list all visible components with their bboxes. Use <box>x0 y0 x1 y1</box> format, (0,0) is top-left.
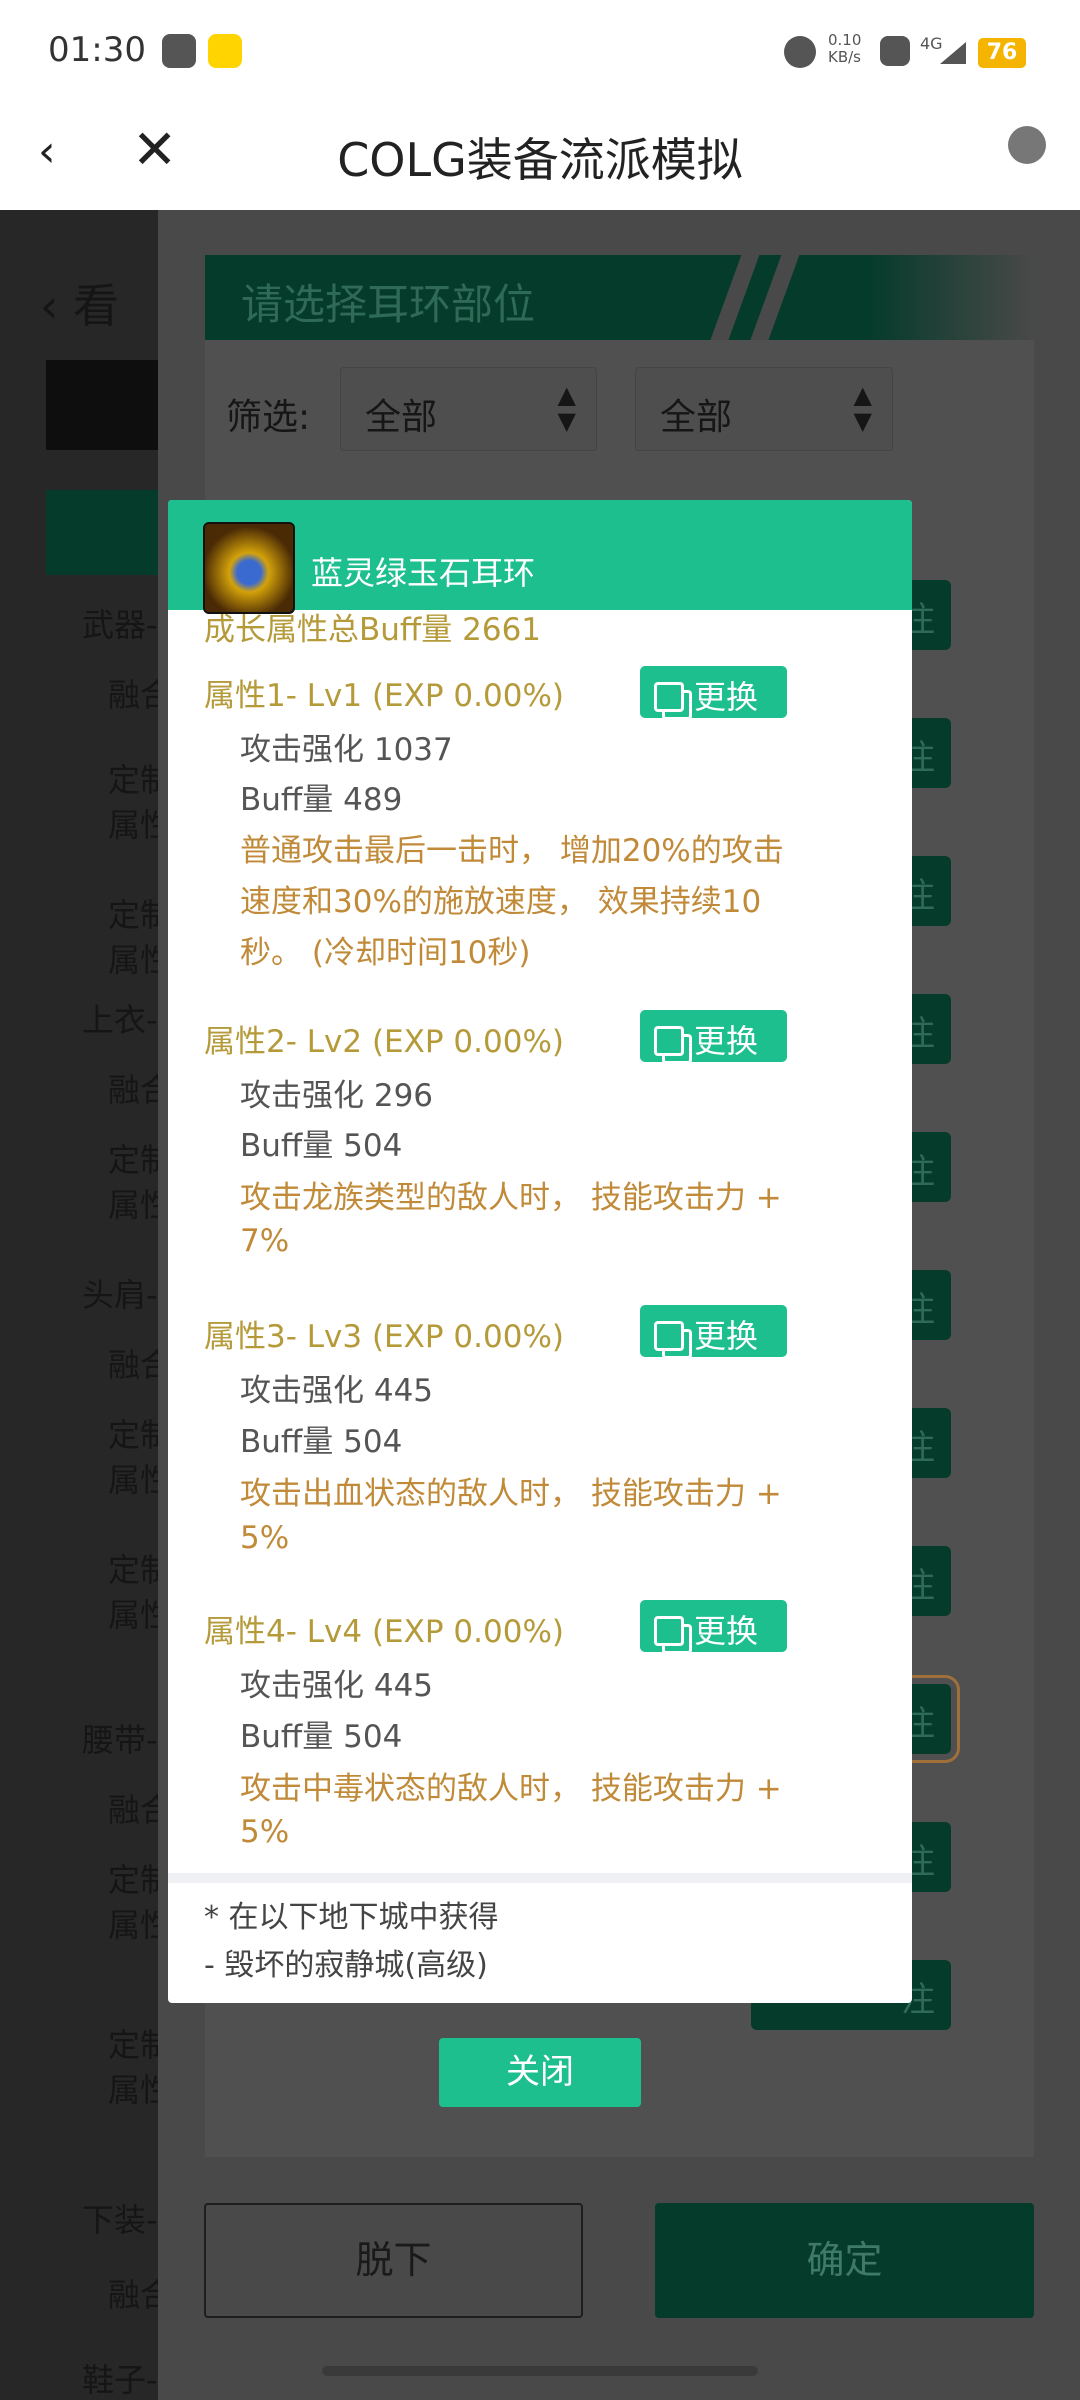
attribute-stat: Buff量 489 <box>240 782 403 818</box>
attribute-desc: 攻击龙族类型的敌人时， 技能攻击力 + <box>240 1180 782 1216</box>
sort-arrows-icon: ▲ ▼ <box>557 381 576 435</box>
drawer-banner: 请选择耳环部位 <box>205 255 1034 340</box>
equipment-list-panel: ‹ 看 武器- 融合 定制 属性 定制 属性 上衣- 融合 定制 属性 头肩- … <box>0 210 158 2400</box>
change-button[interactable]: 更换 <box>640 1010 787 1062</box>
slot-label: 定制 <box>108 896 158 934</box>
slot-label: 属性 <box>108 1906 158 1944</box>
slot-label: 武器- <box>82 606 158 644</box>
attribute-title: 属性2- Lv2 (EXP 0.00%) <box>204 1024 564 1060</box>
slot-label: 定制 <box>108 1861 158 1899</box>
slot-label: 融合 <box>108 1791 158 1829</box>
slot-label: 属性 <box>108 1461 158 1499</box>
slot-label: 定制 <box>108 761 158 799</box>
attribute-desc: 攻击中毒状态的敌人时， 技能攻击力 + <box>240 1771 782 1807</box>
slot-label: 鞋子- <box>82 2361 158 2399</box>
app-bar: ‹ ✕ COLG装备流派模拟 <box>0 100 1080 210</box>
attribute-desc: 速度和30%的施放速度， 效果持续10 <box>240 884 762 920</box>
swap-icon <box>654 1321 684 1351</box>
slot-label: 定制 <box>108 1551 158 1589</box>
slot-label: 定制 <box>108 1416 158 1454</box>
status-time: 01:30 <box>48 30 146 70</box>
confirm-button[interactable]: 确定 <box>655 2203 1034 2318</box>
page-title: COLG装备流派模拟 <box>337 133 743 187</box>
slot-label: 属性 <box>108 806 158 844</box>
slot-label: 属性 <box>108 941 158 979</box>
slot-label: 融合 <box>108 1346 158 1384</box>
dialog-body[interactable]: 成长属性总Buff量 2661 属性1- Lv1 (EXP 0.00%) 更换 … <box>168 610 912 1873</box>
net-speed: 0.10 <box>828 31 862 49</box>
attribute-title: 属性1- Lv1 (EXP 0.00%) <box>204 678 564 714</box>
slot-label: 定制 <box>108 1141 158 1179</box>
item-name: 蓝灵绿玉石耳环 <box>311 554 536 592</box>
status-bar: 01:30 0.10 KB/s 4G 76 <box>0 0 1080 100</box>
preview-image <box>46 360 158 450</box>
filter-label: 筛选: <box>226 397 311 438</box>
signal-icon <box>940 42 966 64</box>
slot-label: 融合 <box>108 1071 158 1109</box>
swap-icon <box>654 1026 684 1056</box>
item-detail-dialog: 蓝灵绿玉石耳环 成长属性总Buff量 2661 属性1- Lv1 (EXP 0.… <box>168 500 912 2003</box>
change-button[interactable]: 更换 <box>640 1600 787 1652</box>
back-label[interactable]: ‹ 看 <box>40 270 119 336</box>
slot-label: 属性 <box>108 2071 158 2109</box>
slot-label: 头肩- <box>82 1276 158 1314</box>
change-button[interactable]: 更换 <box>640 666 787 718</box>
slot-label: 定制 <box>108 2026 158 2064</box>
drawer-title: 请选择耳环部位 <box>241 280 536 329</box>
swap-icon <box>654 682 684 712</box>
globe-icon[interactable] <box>1008 126 1046 164</box>
slot-label: 融合 <box>108 676 158 714</box>
battery-indicator: 76 <box>978 38 1026 68</box>
attribute-desc: 秒。 (冷却时间10秒) <box>240 935 531 971</box>
attribute-stat: 攻击强化 445 <box>240 1373 434 1409</box>
slot-label: 融合 <box>108 2276 158 2314</box>
slot-label: 腰带- <box>82 1721 158 1759</box>
attribute-desc: 攻击出血状态的敌人时， 技能攻击力 + <box>240 1476 782 1512</box>
slot-label: 属性 <box>108 1186 158 1224</box>
source-dungeon: - 毁坏的寂静城(高级) <box>204 1948 488 1983</box>
home-indicator[interactable] <box>322 2366 758 2376</box>
filter-select-2[interactable]: 全部 ▲ ▼ <box>635 367 893 451</box>
sort-arrows-icon: ▲ ▼ <box>853 381 872 435</box>
section-tab[interactable] <box>46 490 158 575</box>
attribute-stat: Buff量 504 <box>240 1719 403 1755</box>
attribute-desc: 5% <box>240 1520 290 1556</box>
source-heading: * 在以下地下城中获得 <box>204 1900 499 1935</box>
close-button[interactable]: 关闭 <box>439 2038 641 2107</box>
attribute-stat: Buff量 504 <box>240 1128 403 1164</box>
yy-app-icon <box>208 34 242 68</box>
attribute-title: 属性3- Lv3 (EXP 0.00%) <box>204 1319 564 1355</box>
slot-label: 下装- <box>82 2201 158 2239</box>
net-speed-unit: KB/s <box>828 48 861 66</box>
dialog-header: 蓝灵绿玉石耳环 <box>168 500 912 614</box>
attribute-stat: 攻击强化 1037 <box>240 732 453 768</box>
unequip-button[interactable]: 脱下 <box>204 2203 583 2318</box>
attribute-desc: 普通攻击最后一击时， 增加20%的攻击 <box>240 833 784 869</box>
attribute-stat: Buff量 504 <box>240 1424 403 1460</box>
earring-item-icon <box>203 522 295 614</box>
divider <box>168 1873 912 1883</box>
slot-label: 属性 <box>108 1596 158 1634</box>
hd-icon <box>880 36 910 66</box>
attribute-desc: 5% <box>240 1814 290 1850</box>
alarm-icon <box>784 36 816 68</box>
slot-label: 上衣- <box>82 1001 158 1039</box>
attribute-title: 属性4- Lv4 (EXP 0.00%) <box>204 1614 564 1650</box>
attribute-desc: 7% <box>240 1223 290 1259</box>
attribute-stat: 攻击强化 296 <box>240 1078 434 1114</box>
clipped-line: 成长属性总Buff量 2661 <box>204 612 542 648</box>
attribute-stat: 攻击强化 445 <box>240 1668 434 1704</box>
notification-icon <box>162 34 196 68</box>
filter-select-1[interactable]: 全部 ▲ ▼ <box>340 367 597 451</box>
swap-icon <box>654 1616 684 1646</box>
change-button[interactable]: 更换 <box>640 1305 787 1357</box>
